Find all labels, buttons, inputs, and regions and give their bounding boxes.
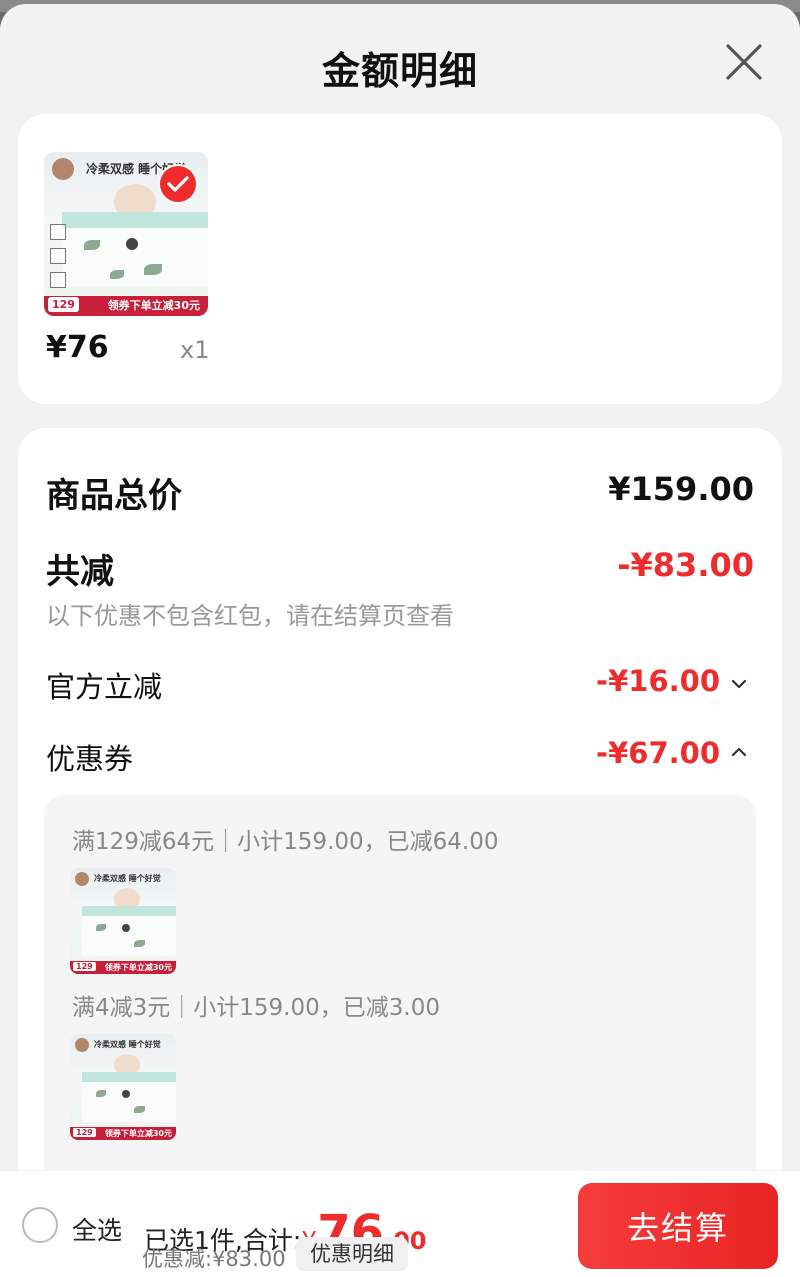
thumb-headline: 冷柔双感 睡个好觉: [94, 1040, 161, 1049]
coupon-product-thumb: 冷柔双感 睡个好觉 129 领券下单立减30元: [70, 868, 176, 974]
coupon-detail-box: 满129减64元｜小计159.00，已减64.00 冷柔双感 睡个好觉 129 …: [44, 794, 756, 1194]
official-reduce-value[interactable]: -¥16.00: [596, 664, 720, 698]
feature-icon-column: [50, 224, 66, 240]
coupon-product-thumb: 冷柔双感 睡个好觉 129 领券下单立减30元: [70, 1034, 176, 1140]
discount-detail-button[interactable]: 优惠明细: [296, 1237, 408, 1271]
thumb-headline: 冷柔双感 睡个好觉: [94, 874, 161, 883]
brand-logo: [75, 1038, 89, 1052]
brand-logo: [52, 158, 74, 180]
thumb-price: 129: [73, 962, 96, 971]
select-all-label[interactable]: 全选: [72, 1211, 122, 1247]
panda-decoration: [126, 238, 138, 250]
price-breakdown-card: 商品总价 ¥159.00 共减 -¥83.00 以下优惠不包含红包，请在结算页查…: [18, 428, 782, 1277]
check-icon: [167, 176, 189, 192]
leaf-decoration: [134, 940, 145, 947]
leaf-decoration: [96, 924, 106, 931]
blanket-band: [82, 1072, 176, 1082]
blanket-pattern: [62, 228, 208, 286]
chevron-up-icon[interactable]: [730, 746, 748, 758]
total-price-label: 商品总价: [46, 476, 182, 516]
chevron-down-icon[interactable]: [730, 678, 748, 690]
leaf-decoration: [96, 1090, 106, 1097]
brand-logo: [75, 872, 89, 886]
close-icon: [726, 44, 762, 80]
checkout-bar: 全选 已选1件,合计:¥76.00 优惠减:¥83.00 优惠明细 去结算: [0, 1170, 800, 1277]
close-button[interactable]: [722, 40, 766, 84]
feature-icon-column: [50, 272, 66, 288]
discount-summary: 优惠减:¥83.00: [142, 1247, 286, 1271]
checkout-button[interactable]: 去结算: [578, 1183, 778, 1269]
product-image-price: 129: [48, 297, 79, 312]
coupon-group-title: 满4减3元｜小计159.00，已减3.00: [72, 995, 440, 1021]
product-card: 冷柔双感 睡个好觉 129 领券下单立减30元 ¥76 x1: [18, 114, 782, 404]
leaf-decoration: [84, 240, 100, 250]
product-quantity: x1: [180, 336, 210, 364]
total-price-value: ¥159.00: [608, 470, 754, 508]
leaf-decoration: [134, 1106, 145, 1113]
leaf-decoration: [144, 264, 162, 275]
coupon-label[interactable]: 优惠券: [46, 736, 133, 778]
sheet-title: 金额明细: [321, 49, 478, 93]
blanket-pattern: [82, 1082, 176, 1122]
product-price: ¥76: [46, 330, 109, 365]
official-reduce-label[interactable]: 官方立减: [46, 664, 162, 706]
feature-icon-column: [50, 248, 66, 264]
reduce-note: 以下优惠不包含红包，请在结算页查看: [46, 602, 454, 630]
blanket-band: [82, 906, 176, 916]
thumb-price: 129: [73, 1128, 96, 1137]
total-reduce-label: 共减: [46, 552, 114, 592]
blanket-pattern: [82, 916, 176, 956]
coupon-value[interactable]: -¥67.00: [596, 736, 720, 770]
total-reduce-value: -¥83.00: [617, 546, 754, 584]
leaf-decoration: [110, 270, 124, 279]
price-detail-sheet: 金额明细 冷柔双感 睡个好觉 129 领券下单立减30元 ¥76 x1 商品总价…: [0, 4, 800, 1277]
select-all-radio[interactable]: [22, 1207, 58, 1243]
selected-check-badge[interactable]: [158, 164, 198, 204]
panda-decoration: [122, 924, 130, 932]
panda-decoration: [122, 1090, 130, 1098]
blanket-band: [62, 212, 208, 228]
coupon-group-title: 满129减64元｜小计159.00，已减64.00: [72, 829, 499, 855]
